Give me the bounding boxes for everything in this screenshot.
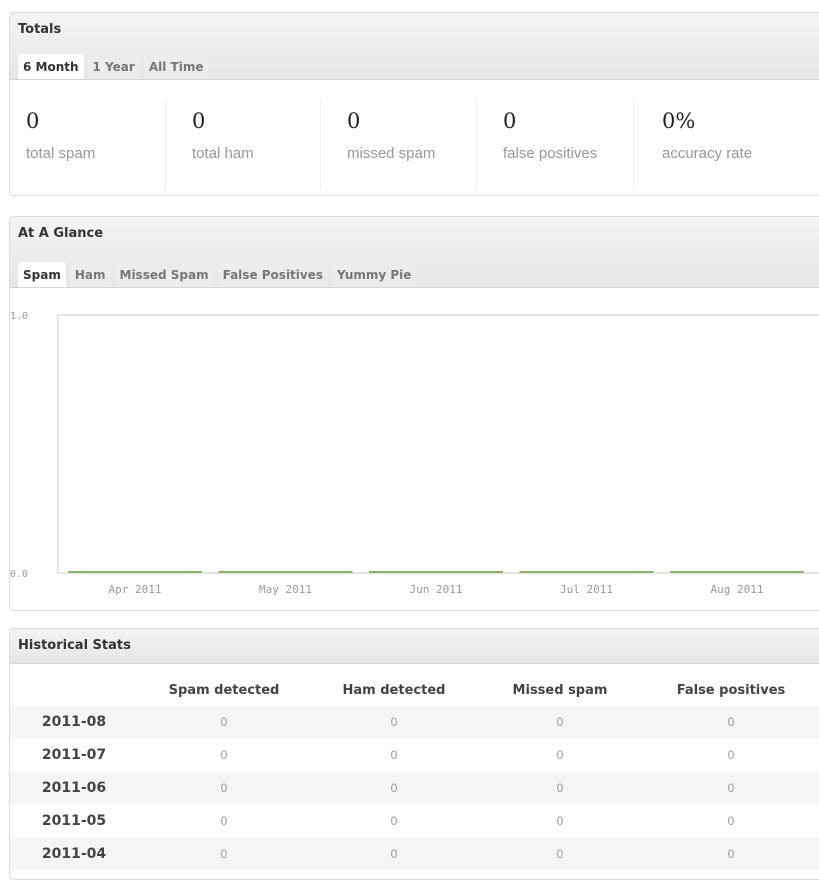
x-tick-label: Jun 2011 [410, 583, 463, 596]
cell-missed-spam: 0 [478, 738, 642, 772]
historical-stats-panel: Historical Stats Spam detected Ham detec… [9, 628, 819, 880]
row-month: 2011-06 [10, 771, 138, 805]
at-a-glance-panel: At A Glance Spam Ham Missed Spam False P… [9, 216, 819, 611]
column-header [10, 675, 138, 706]
table-header-row: Spam detected Ham detected Missed spam F… [10, 675, 819, 706]
stat-divider [476, 100, 477, 190]
column-header: Ham detected [342, 682, 446, 698]
cell-spam-detected: 0 [138, 837, 310, 870]
x-tick-label: Jul 2011 [560, 583, 613, 596]
stat-divider [633, 100, 634, 190]
totals-title: Totals [18, 22, 62, 37]
tab-spam[interactable]: Spam [18, 262, 66, 287]
table-row: 2011-07 0 0 0 0 [10, 738, 819, 772]
cell-ham-detected: 0 [310, 738, 478, 772]
cell-ham-detected: 0 [310, 804, 478, 838]
stat-label: total spam [26, 145, 96, 162]
cell-spam-detected: 0 [138, 804, 310, 838]
cell-false-positives: 0 [642, 738, 819, 772]
tab-missed-spam[interactable]: Missed Spam [114, 262, 214, 287]
spam-chart: 1.0 0.0 Apr 2011 May 2011 Jun 2011 Jul 2011 Au… [10, 311, 819, 596]
chart-bar [369, 571, 503, 573]
table-row: 2011-06 0 0 0 0 [10, 771, 819, 805]
cell-false-positives: 0 [642, 705, 819, 739]
stat-value: 0 [503, 109, 517, 133]
x-tick-label: Aug 2011 [711, 583, 764, 596]
cell-missed-spam: 0 [478, 771, 642, 805]
stat-divider [165, 100, 166, 190]
cell-ham-detected: 0 [310, 705, 478, 739]
tab-false-positives[interactable]: False Positives [217, 262, 329, 287]
column-header: Missed spam [512, 682, 608, 698]
table-row: 2011-04 0 0 0 0 [10, 837, 819, 870]
x-tick-label: May 2011 [259, 583, 312, 596]
historical-table: Spam detected Ham detected Missed spam F… [10, 675, 819, 870]
chart-bar [670, 571, 804, 573]
stat-value: 0 [192, 109, 206, 133]
y-tick-label: 1.0 [10, 311, 28, 322]
cell-false-positives: 0 [642, 837, 819, 870]
row-month: 2011-05 [10, 804, 138, 838]
tab-yummy-pie[interactable]: Yummy Pie [332, 262, 417, 287]
totals-panel: Totals 6 Month 1 Year All Time 0 total s… [9, 12, 819, 196]
cell-spam-detected: 0 [138, 705, 310, 739]
plot-area [57, 314, 819, 574]
stat-label: total ham [192, 145, 254, 162]
totals-stats: 0 total spam 0 total ham 0 missed spam 0… [10, 99, 819, 191]
tab-1-year[interactable]: 1 Year [87, 54, 140, 79]
stat-value: 0 [347, 109, 361, 133]
cell-false-positives: 0 [642, 804, 819, 838]
chart-bar [519, 571, 654, 573]
glance-header: At A Glance Spam Ham Missed Spam False P… [10, 217, 819, 288]
cell-false-positives: 0 [642, 771, 819, 805]
tab-ham[interactable]: Ham [69, 262, 111, 287]
glance-title: At A Glance [18, 226, 104, 241]
row-month: 2011-04 [10, 837, 138, 870]
tab-6-month[interactable]: 6 Month [18, 54, 84, 79]
glance-tabs: Spam Ham Missed Spam False Positives Yum… [18, 262, 417, 287]
stat-label: false positives [503, 145, 598, 162]
stat-divider [320, 100, 321, 190]
cell-missed-spam: 0 [478, 705, 642, 739]
table-row: 2011-05 0 0 0 0 [10, 804, 819, 838]
row-month: 2011-07 [10, 738, 138, 772]
x-tick-label: Apr 2011 [109, 583, 162, 596]
cell-ham-detected: 0 [310, 837, 478, 870]
chart-bar [68, 571, 202, 573]
column-header: Spam detected [168, 682, 280, 698]
historical-title: Historical Stats [18, 638, 131, 653]
stat-label: accuracy rate [662, 145, 753, 162]
totals-header: Totals 6 Month 1 Year All Time [10, 13, 819, 80]
historical-header: Historical Stats [10, 629, 819, 664]
cell-spam-detected: 0 [138, 738, 310, 772]
chart-bar [218, 571, 353, 573]
cell-missed-spam: 0 [478, 804, 642, 838]
y-tick-label: 0.0 [10, 569, 28, 580]
tab-all-time[interactable]: All Time [143, 54, 209, 79]
cell-missed-spam: 0 [478, 837, 642, 870]
cell-spam-detected: 0 [138, 771, 310, 805]
stat-value: 0 [26, 109, 40, 133]
table-row: 2011-08 0 0 0 0 [10, 705, 819, 739]
totals-tabs: 6 Month 1 Year All Time [18, 54, 209, 79]
cell-ham-detected: 0 [310, 771, 478, 805]
row-month: 2011-08 [10, 705, 138, 739]
stat-value: 0% [662, 109, 696, 133]
stat-label: missed spam [347, 145, 436, 162]
column-header: False positives [676, 682, 786, 698]
